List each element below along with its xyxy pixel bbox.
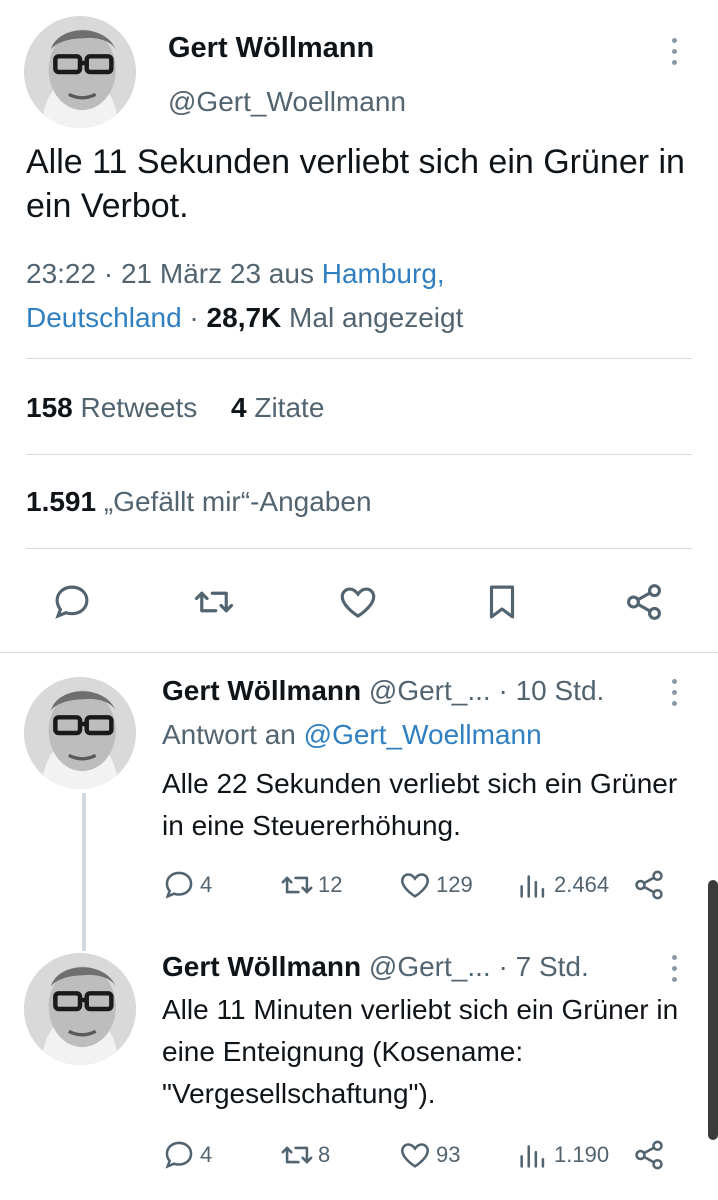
comment-icon[interactable] [48,576,96,628]
retweet-count: 8 [318,1142,331,1167]
tweet-meta: 23:22 · 21 März 23 aus Hamburg, Deutschl… [26,252,686,340]
divider [26,454,692,455]
retweets-stat[interactable]: 158 Retweets [26,392,197,423]
tweet-text: Alle 22 Sekunden verliebt sich ein Grüne… [162,768,678,841]
tweet-time: · 10 Std. [490,675,605,706]
author-handle[interactable]: @Gert_... [369,951,491,982]
tweet-time: 23:22 · 21 März 23 aus [26,258,322,289]
comment-icon [165,871,193,899]
location-link-country[interactable]: Deutschland [26,302,182,333]
likes-label: „Gefällt mir“-Angaben [103,486,372,517]
divider [26,358,692,359]
divider [26,548,692,549]
location-link[interactable]: Hamburg, [322,258,445,289]
main-tweet: Gert Wöllmann @Gert_Woellmann Alle 11 Se… [0,0,718,652]
author-handle[interactable]: @Gert_... [369,675,491,706]
meta-separator: · [181,302,207,333]
retweet-button[interactable]: 8 [280,1135,330,1175]
share-button[interactable] [632,1135,666,1175]
scrollbar[interactable] [708,880,718,1140]
reply-tweet[interactable]: Gert Wöllmann @Gert_... · 7 Std. Alle 11… [0,933,718,1200]
avatar[interactable] [24,677,136,789]
views-button[interactable]: 2.464 [516,865,609,905]
like-count: 93 [436,1142,461,1167]
author-handle[interactable]: @Gert_Woellmann [168,86,406,118]
author-name[interactable]: Gert Wöllmann [168,32,374,65]
like-button[interactable]: 129 [398,865,473,905]
like-count: 129 [436,872,473,897]
reply-to: Antwort an @Gert_Woellmann [162,719,542,751]
reply-header: Gert Wöllmann @Gert_... · 10 Std. [162,675,604,707]
heart-icon [401,873,429,898]
avatar[interactable] [24,953,136,1065]
retweets-count: 158 [26,392,73,423]
tweet-time: · 7 Std. [490,951,589,982]
more-options-icon[interactable] [672,955,677,982]
reply-actions: 4 12 129 2.464 [162,865,672,905]
views-icon [520,1145,545,1168]
avatar[interactable] [24,16,136,128]
views-count: 28,7K [206,302,282,333]
views-button[interactable]: 1.190 [516,1135,609,1175]
reply-count: 4 [200,872,213,897]
retweet-icon[interactable] [190,576,238,628]
comment-button[interactable]: 4 [162,865,212,905]
share-icon [635,1140,663,1170]
view-count: 2.464 [554,872,610,897]
retweet-icon [281,876,313,894]
reply-to-handle[interactable]: @Gert_Woellmann [304,719,542,750]
retweets-label: Retweets [80,392,198,423]
share-button[interactable] [632,865,666,905]
reply-actions: 4 8 93 1.190 [162,1135,672,1175]
retweet-quote-stats: 158 Retweets 4 Zitate [26,392,324,424]
share-icon [635,870,663,900]
heart-icon[interactable] [334,576,382,628]
retweet-count: 12 [318,872,343,897]
comment-button[interactable]: 4 [162,1135,212,1175]
retweet-icon [281,1146,313,1164]
reply-header: Gert Wöllmann @Gert_... · 7 Std. [162,951,589,983]
share-icon[interactable] [620,576,668,628]
view-count: 1.190 [554,1142,610,1167]
more-options-icon[interactable] [672,38,677,65]
tweet-text: Alle 11 Minuten verliebt sich ein Grüner… [162,994,679,1109]
author-name[interactable]: Gert Wöllmann [162,951,361,982]
thread-connector [82,793,86,951]
likes-count: 1.591 [26,486,97,517]
tweet-text: Alle 11 Sekunden verliebt sich ein Grüne… [26,143,685,225]
quotes-stat[interactable]: 4 Zitate [231,392,324,423]
comment-icon [165,1141,193,1169]
bookmark-icon[interactable] [478,576,526,628]
reply-tweet[interactable]: Gert Wöllmann @Gert_... · 10 Std. Antwor… [0,653,718,951]
quotes-count: 4 [231,392,247,423]
views-label: Mal angezeigt [281,302,464,333]
like-button[interactable]: 93 [398,1135,460,1175]
action-bar [0,576,718,628]
heart-icon [401,1143,429,1168]
reply-count: 4 [200,1142,213,1167]
retweet-button[interactable]: 12 [280,865,342,905]
views-icon [520,875,545,898]
more-options-icon[interactable] [672,679,677,706]
quotes-label: Zitate [254,392,325,423]
reply-to-label: Antwort an [162,719,304,750]
likes-stat[interactable]: 1.591 „Gefällt mir“-Angaben [26,486,372,518]
author-name[interactable]: Gert Wöllmann [162,675,361,706]
